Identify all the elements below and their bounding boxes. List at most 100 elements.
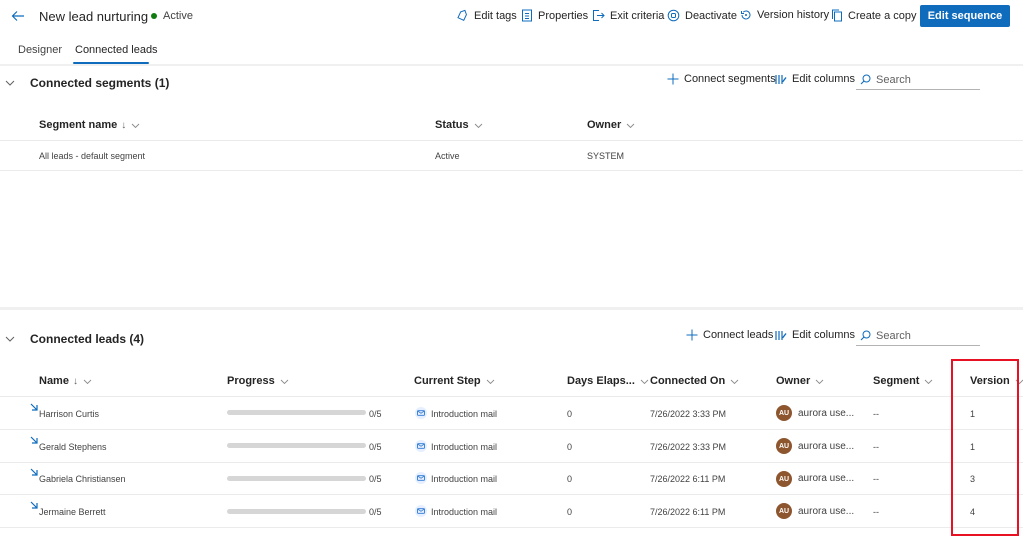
row-divider bbox=[0, 140, 1023, 141]
column-header-segment[interactable]: Segment bbox=[873, 375, 933, 387]
lead-name-cell[interactable]: Jermaine Berrett bbox=[39, 507, 106, 517]
tabs-divider bbox=[0, 64, 1023, 66]
segment-name-cell[interactable]: All leads - default segment bbox=[39, 151, 145, 161]
owner-avatar: AU bbox=[776, 503, 792, 519]
connected-on-cell: 7/26/2022 6:11 PM bbox=[650, 474, 726, 484]
segments-search[interactable] bbox=[856, 70, 980, 90]
current-step-cell[interactable]: Introduction mail bbox=[431, 409, 497, 419]
column-header-version[interactable]: Version bbox=[970, 375, 1023, 387]
back-button[interactable] bbox=[10, 8, 26, 24]
mail-icon bbox=[415, 472, 427, 484]
edit-sequence-button[interactable]: Edit sequence bbox=[920, 5, 1010, 27]
leads-search-input[interactable] bbox=[876, 329, 976, 342]
plus-icon bbox=[686, 329, 698, 341]
connect-leads-button[interactable]: Connect leads bbox=[686, 329, 773, 341]
column-header-connected-on[interactable]: Connected On bbox=[650, 375, 739, 387]
exit-criteria-label: Exit criteria bbox=[610, 9, 665, 22]
leads-search[interactable] bbox=[856, 326, 980, 346]
collapse-leads-chevron-icon[interactable] bbox=[4, 333, 16, 345]
column-header-owner[interactable]: Owner bbox=[776, 375, 824, 387]
mail-icon bbox=[415, 505, 427, 517]
connect-leads-label: Connect leads bbox=[703, 329, 774, 341]
column-header-status[interactable]: Status bbox=[435, 119, 483, 131]
edit-columns-icon bbox=[775, 331, 787, 340]
days-elapsed-cell: 0 bbox=[567, 474, 573, 484]
chevron-down-icon bbox=[83, 379, 92, 384]
owner-cell[interactable]: aurora use... bbox=[798, 441, 854, 452]
properties-icon bbox=[522, 9, 532, 22]
owner-avatar: AU bbox=[776, 405, 792, 421]
segment-cell: -- bbox=[873, 507, 879, 517]
create-copy-button[interactable]: Create a copy bbox=[831, 9, 916, 22]
days-elapsed-cell: 0 bbox=[567, 507, 573, 517]
edit-columns-button[interactable]: Edit columns bbox=[775, 329, 855, 341]
status-dot-icon bbox=[151, 13, 157, 19]
version-cell: 4 bbox=[970, 507, 976, 517]
connect-segments-button[interactable]: Connect segments bbox=[667, 73, 776, 85]
days-elapsed-cell: 0 bbox=[567, 409, 573, 419]
edit-columns-label: Edit columns bbox=[792, 329, 855, 341]
connected-on-cell: 7/26/2022 3:33 PM bbox=[650, 409, 727, 419]
tab-designer[interactable]: Designer bbox=[18, 44, 62, 56]
leads-section-title: Connected leads (4) bbox=[30, 332, 145, 346]
chevron-down-icon bbox=[486, 379, 494, 384]
search-icon bbox=[860, 74, 871, 85]
row-divider bbox=[0, 396, 1023, 397]
chevron-down-icon bbox=[730, 379, 739, 384]
current-step-cell[interactable]: Introduction mail bbox=[431, 507, 497, 517]
column-header-days-elapsed[interactable]: Days Elaps... bbox=[567, 375, 649, 387]
owner-cell[interactable]: aurora use... bbox=[798, 506, 854, 517]
connected-on-cell: 7/26/2022 6:11 PM bbox=[650, 507, 726, 517]
sort-descending-icon: ↓ bbox=[72, 375, 78, 387]
column-header-owner[interactable]: Owner bbox=[587, 119, 635, 131]
lead-name-cell[interactable]: Gerald Stephens bbox=[39, 442, 107, 452]
column-header-segment-name[interactable]: Segment name ↓ bbox=[39, 119, 140, 131]
column-header-progress[interactable]: Progress bbox=[227, 375, 289, 387]
row-divider bbox=[0, 170, 1023, 171]
edit-columns-button[interactable]: Edit columns bbox=[775, 73, 855, 85]
chevron-down-icon bbox=[925, 379, 933, 384]
edit-tags-label: Edit tags bbox=[474, 9, 517, 22]
edit-columns-icon bbox=[775, 75, 787, 84]
owner-cell[interactable]: aurora use... bbox=[798, 408, 854, 419]
current-step-cell[interactable]: Introduction mail bbox=[431, 442, 497, 452]
progress-bar bbox=[227, 476, 366, 481]
history-icon bbox=[741, 10, 751, 20]
segment-status-cell: Active bbox=[435, 151, 460, 161]
command-bar: New lead nurturing Active Edit tags Prop… bbox=[0, 0, 1023, 34]
search-icon bbox=[860, 330, 871, 341]
version-history-button[interactable]: Version history bbox=[740, 9, 829, 21]
edit-tags-button[interactable]: Edit tags bbox=[456, 9, 517, 22]
progress-text: 0/5 bbox=[369, 409, 382, 419]
segments-section-title: Connected segments (1) bbox=[30, 76, 170, 90]
column-header-name[interactable]: Name ↓ bbox=[39, 375, 92, 387]
progress-text: 0/5 bbox=[369, 442, 382, 452]
arrow-left-icon bbox=[11, 11, 24, 21]
properties-button[interactable]: Properties bbox=[521, 9, 588, 22]
tab-connected-leads[interactable]: Connected leads bbox=[75, 44, 158, 56]
version-history-label: Version history bbox=[757, 9, 830, 21]
owner-avatar: AU bbox=[776, 471, 792, 487]
progress-text: 0/5 bbox=[369, 474, 382, 484]
deactivate-button[interactable]: Deactivate bbox=[667, 9, 737, 22]
properties-label: Properties bbox=[538, 9, 589, 22]
create-copy-label: Create a copy bbox=[848, 9, 917, 22]
plus-icon bbox=[667, 73, 679, 85]
segments-search-input[interactable] bbox=[876, 73, 976, 86]
current-step-cell[interactable]: Introduction mail bbox=[431, 474, 497, 484]
progress-text: 0/5 bbox=[369, 507, 382, 517]
chevron-down-icon bbox=[474, 123, 482, 128]
collapse-segments-chevron-icon[interactable] bbox=[4, 77, 16, 89]
lead-name-cell[interactable]: Harrison Curtis bbox=[39, 409, 99, 419]
chevron-down-icon bbox=[640, 379, 649, 384]
segment-cell: -- bbox=[873, 442, 879, 452]
column-header-current-step[interactable]: Current Step bbox=[414, 375, 495, 387]
row-divider bbox=[0, 429, 1023, 430]
chevron-down-icon bbox=[131, 123, 140, 128]
owner-cell[interactable]: aurora use... bbox=[798, 473, 854, 484]
exit-criteria-button[interactable]: Exit criteria bbox=[592, 9, 664, 22]
segments-count: (1) bbox=[154, 76, 170, 90]
progress-bar bbox=[227, 509, 366, 514]
version-cell: 1 bbox=[970, 409, 976, 419]
lead-name-cell[interactable]: Gabriela Christiansen bbox=[39, 474, 126, 484]
